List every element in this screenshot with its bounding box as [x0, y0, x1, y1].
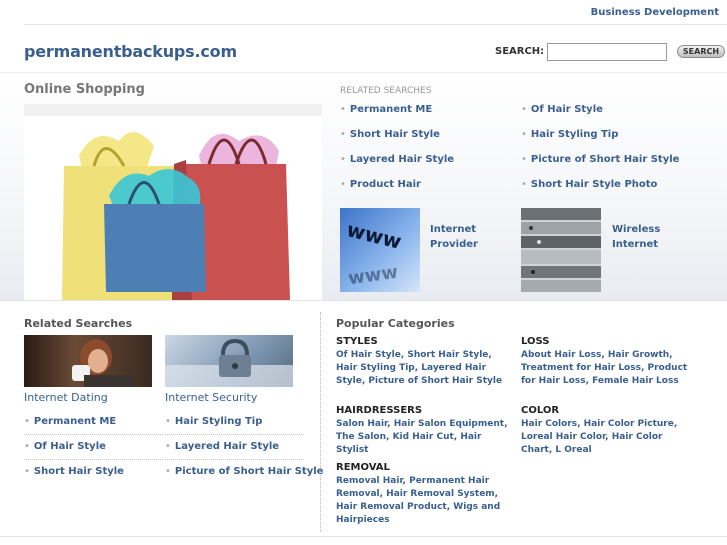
lower-divider	[0, 300, 727, 301]
related-searches-title: Related Searches	[24, 317, 133, 330]
shopping-bags-illustration	[62, 132, 290, 300]
category-loss-heading: LOSS	[521, 336, 550, 347]
separator	[165, 459, 304, 460]
internet-provider-link[interactable]: Internet Provider	[430, 222, 478, 252]
business-development-link[interactable]: Business Development	[591, 7, 719, 18]
site-logo[interactable]: permanentbackups.com	[24, 42, 237, 61]
internet-provider-image[interactable]: www www	[340, 208, 420, 292]
related-link-picture-short-hair-style[interactable]: • Picture of Short Hair Style	[521, 154, 679, 165]
internet-dating-link[interactable]: Internet Dating	[24, 391, 108, 404]
related-link-layered-hair-style[interactable]: • Layered Hair Style	[340, 154, 454, 165]
category-loss-links[interactable]: About Hair Loss, Hair Growth, Treatment …	[521, 349, 701, 388]
separator	[24, 434, 163, 435]
category-color-links[interactable]: Hair Colors, Hair Color Picture, Loreal …	[521, 418, 691, 457]
category-removal-heading: REMOVAL	[336, 462, 390, 473]
wireless-internet-image[interactable]	[521, 208, 601, 292]
internet-dating-image[interactable]	[24, 335, 152, 387]
search-button[interactable]: SEARCH	[677, 45, 725, 58]
svg-text:www: www	[344, 217, 404, 254]
related-searches-label: RELATED SEARCHES	[340, 86, 432, 96]
category-styles-heading: STYLES	[336, 336, 378, 347]
internet-security-link[interactable]: Internet Security	[165, 391, 257, 404]
category-styles-links[interactable]: Of Hair Style, Short Hair Style, Hair St…	[336, 349, 516, 388]
category-hairdressers-heading: HAIRDRESSERS	[336, 405, 423, 416]
related-link-short-hair-style-photo[interactable]: • Short Hair Style Photo	[521, 179, 657, 190]
related-link-permanent-me[interactable]: • Permanent ME	[340, 104, 432, 115]
separator	[165, 434, 304, 435]
search-input[interactable]	[547, 43, 667, 61]
www-graphic: www www	[344, 217, 404, 290]
related-link-hair-styling-tip[interactable]: • Hair Styling Tip	[521, 129, 618, 140]
top-bar: Business Development	[0, 0, 727, 26]
wireless-internet-link[interactable]: Wireless Internet	[612, 222, 660, 252]
lower-link-permanent-me[interactable]: • Permanent ME	[24, 416, 116, 427]
lower-link-layered-hair-style[interactable]: • Layered Hair Style	[165, 441, 279, 452]
hero-title: Online Shopping	[24, 82, 145, 97]
popular-categories-title: Popular Categories	[336, 317, 455, 330]
server-rack-graphic	[521, 208, 601, 292]
internet-security-image[interactable]	[165, 335, 293, 387]
separator	[24, 459, 163, 460]
lower-link-hair-styling-tip[interactable]: • Hair Styling Tip	[165, 416, 262, 427]
lower-link-short-hair-style[interactable]: • Short Hair Style	[24, 466, 124, 477]
related-link-short-hair-style[interactable]: • Short Hair Style	[340, 129, 440, 140]
woman-with-mug-graphic	[72, 339, 134, 387]
category-color-heading: COLOR	[521, 405, 560, 416]
svg-text:www: www	[347, 262, 399, 290]
lower-link-picture-short-hair-style[interactable]: • Picture of Short Hair Style	[165, 466, 323, 477]
category-removal-links[interactable]: Removal Hair, Permanent Hair Removal, Ha…	[336, 475, 511, 527]
top-divider	[24, 24, 727, 25]
shopping-bags-image[interactable]	[24, 104, 322, 300]
related-link-product-hair[interactable]: • Product Hair	[340, 179, 421, 190]
column-divider	[320, 312, 321, 532]
padlock-graphic	[165, 338, 293, 387]
lower-link-of-hair-style[interactable]: • Of Hair Style	[24, 441, 106, 452]
category-hairdressers-links[interactable]: Salon Hair, Hair Salon Equipment, The Sa…	[336, 418, 511, 457]
bottom-divider	[0, 536, 727, 537]
search-label: SEARCH:	[495, 46, 545, 57]
related-link-of-hair-style[interactable]: • Of Hair Style	[521, 104, 603, 115]
